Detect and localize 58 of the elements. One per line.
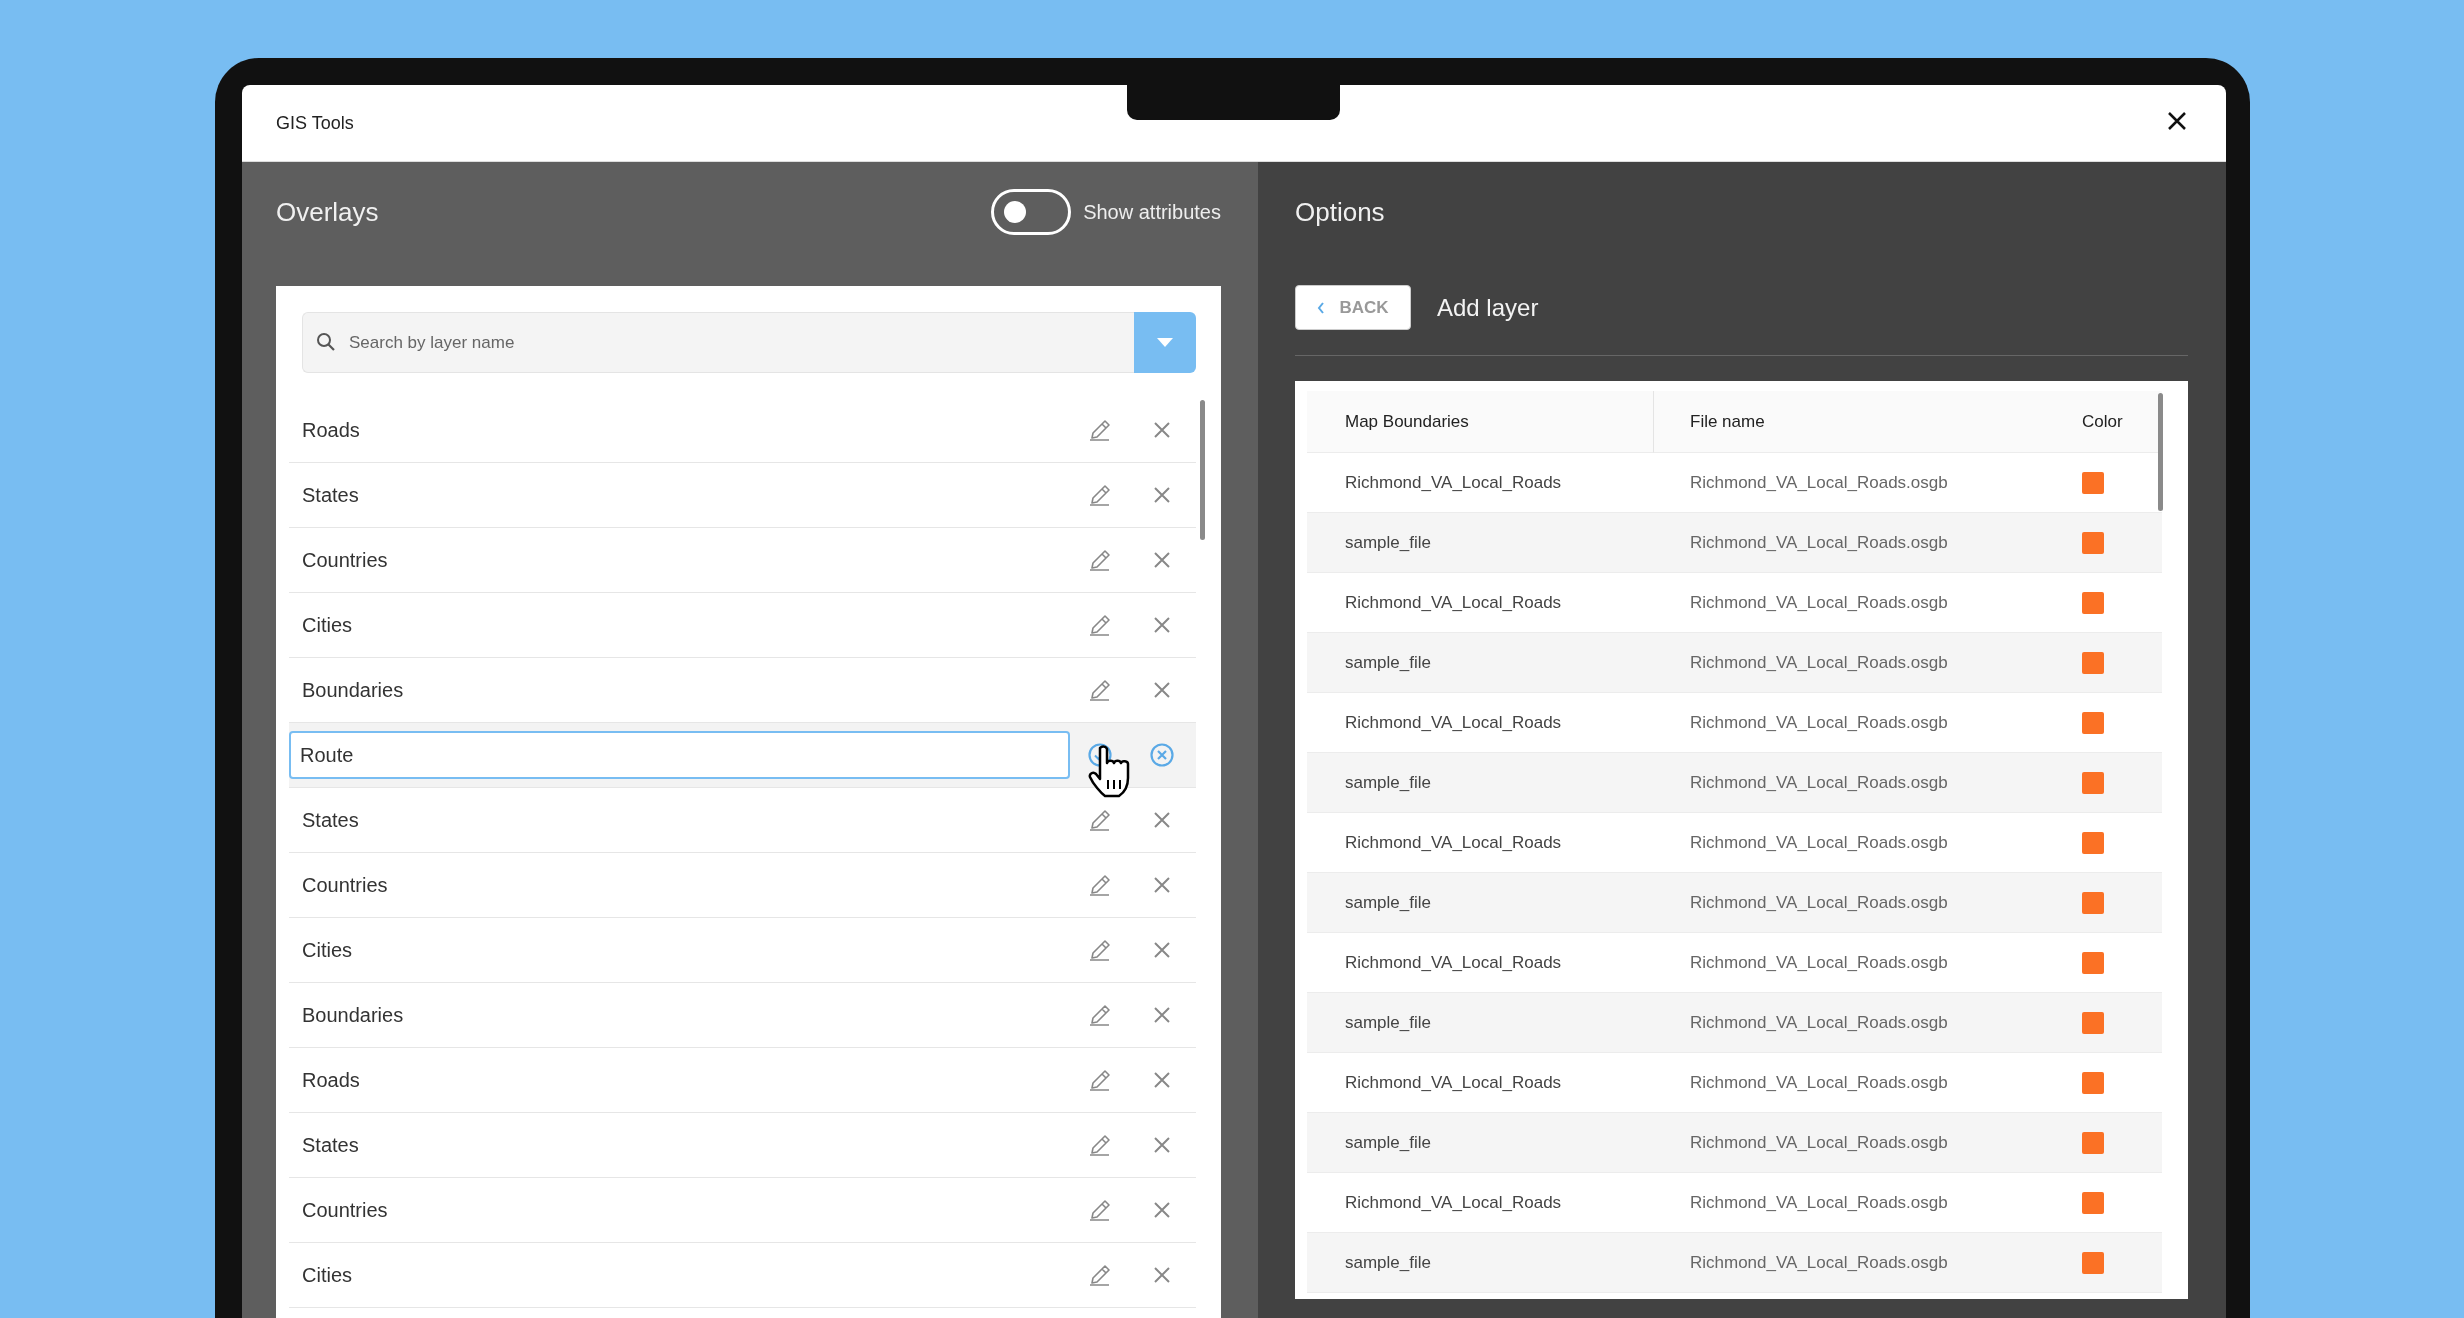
pencil-icon[interactable] [1087, 1067, 1113, 1093]
pencil-icon[interactable] [1087, 1002, 1113, 1028]
input-field[interactable]: Route [289, 731, 1070, 779]
toggle-switch[interactable] [991, 189, 1072, 235]
pencil-icon[interactable] [1087, 612, 1113, 638]
table-cell: sample_file [1307, 513, 1654, 573]
window-title: GIS Tools [276, 111, 354, 135]
scrollbar[interactable] [2158, 393, 2163, 511]
table-cell: sample_file [1307, 753, 1654, 813]
pencil-icon[interactable] [1087, 482, 1113, 508]
chevron-left-icon [1317, 301, 1326, 314]
column-header: File name [1654, 391, 2062, 453]
layer-name[interactable]: Boundaries [302, 1000, 1087, 1030]
layer-name[interactable]: Countries [302, 545, 1087, 575]
table-cell: Richmond_VA_Local_Roads.osgb [1654, 993, 2062, 1053]
table-cell: sample_file [1307, 1113, 1654, 1173]
table-cell: Richmond_VA_Local_Roads.osgb [1654, 753, 2062, 813]
table-cell: Richmond_VA_Local_Roads.osgb [1654, 1233, 2062, 1293]
table-cell: sample_file [1307, 993, 1654, 1053]
table-cell: sample_file [1307, 873, 1654, 933]
table-cell: Richmond_VA_Local_Roads.osgb [1654, 873, 2062, 933]
layer-name[interactable]: Boundaries [302, 675, 1087, 705]
layer-name[interactable]: Cities [302, 1260, 1087, 1290]
table-cell: Richmond_VA_Local_Roads.osgb [1654, 633, 2062, 693]
pencil-icon[interactable] [1087, 937, 1113, 963]
layer-name[interactable]: States [302, 480, 1087, 510]
pencil-icon[interactable] [1087, 1197, 1113, 1223]
table-cell: sample_file [1307, 633, 1654, 693]
dropdown-button[interactable] [1134, 312, 1196, 373]
table-cell: Richmond_VA_Local_Roads.osgb [1654, 1113, 2062, 1173]
scrollbar[interactable] [1200, 400, 1205, 540]
caret-down-icon [1157, 338, 1173, 347]
column-header: Map Boundaries [1307, 391, 1654, 453]
list-row[interactable]: Route [289, 723, 1196, 788]
layer-name[interactable]: States [302, 1130, 1087, 1160]
toggle-label: Show attributes [1083, 200, 1221, 225]
layer-name[interactable]: Cities [302, 610, 1087, 640]
section-title: Add layer [1437, 292, 1539, 323]
layer-name[interactable]: Roads [302, 1065, 1087, 1095]
panel-title: Options [1295, 195, 1385, 229]
layer-name[interactable]: Countries [302, 1195, 1087, 1225]
table-cell: sample_file [1307, 1233, 1654, 1293]
pencil-icon[interactable] [1087, 872, 1113, 898]
panel-title: Overlays [276, 195, 379, 229]
layer-name[interactable]: Roads [302, 415, 1087, 445]
pencil-icon[interactable] [1087, 807, 1113, 833]
pencil-icon[interactable] [1087, 1262, 1113, 1288]
layer-name[interactable]: States [302, 805, 1087, 835]
search-field[interactable]: Search by layer name [302, 312, 1134, 373]
layer-name[interactable]: Countries [302, 870, 1087, 900]
column-header: Color [2062, 391, 2162, 453]
pencil-icon[interactable] [1087, 677, 1113, 703]
pencil-icon[interactable] [1087, 417, 1113, 443]
cancel-icon[interactable] [1149, 742, 1175, 768]
layer-name[interactable]: Cities [302, 935, 1087, 965]
pencil-icon[interactable] [1087, 547, 1113, 573]
pencil-icon[interactable] [1087, 1132, 1113, 1158]
table-cell: Richmond_VA_Local_Roads.osgb [1654, 513, 2062, 573]
